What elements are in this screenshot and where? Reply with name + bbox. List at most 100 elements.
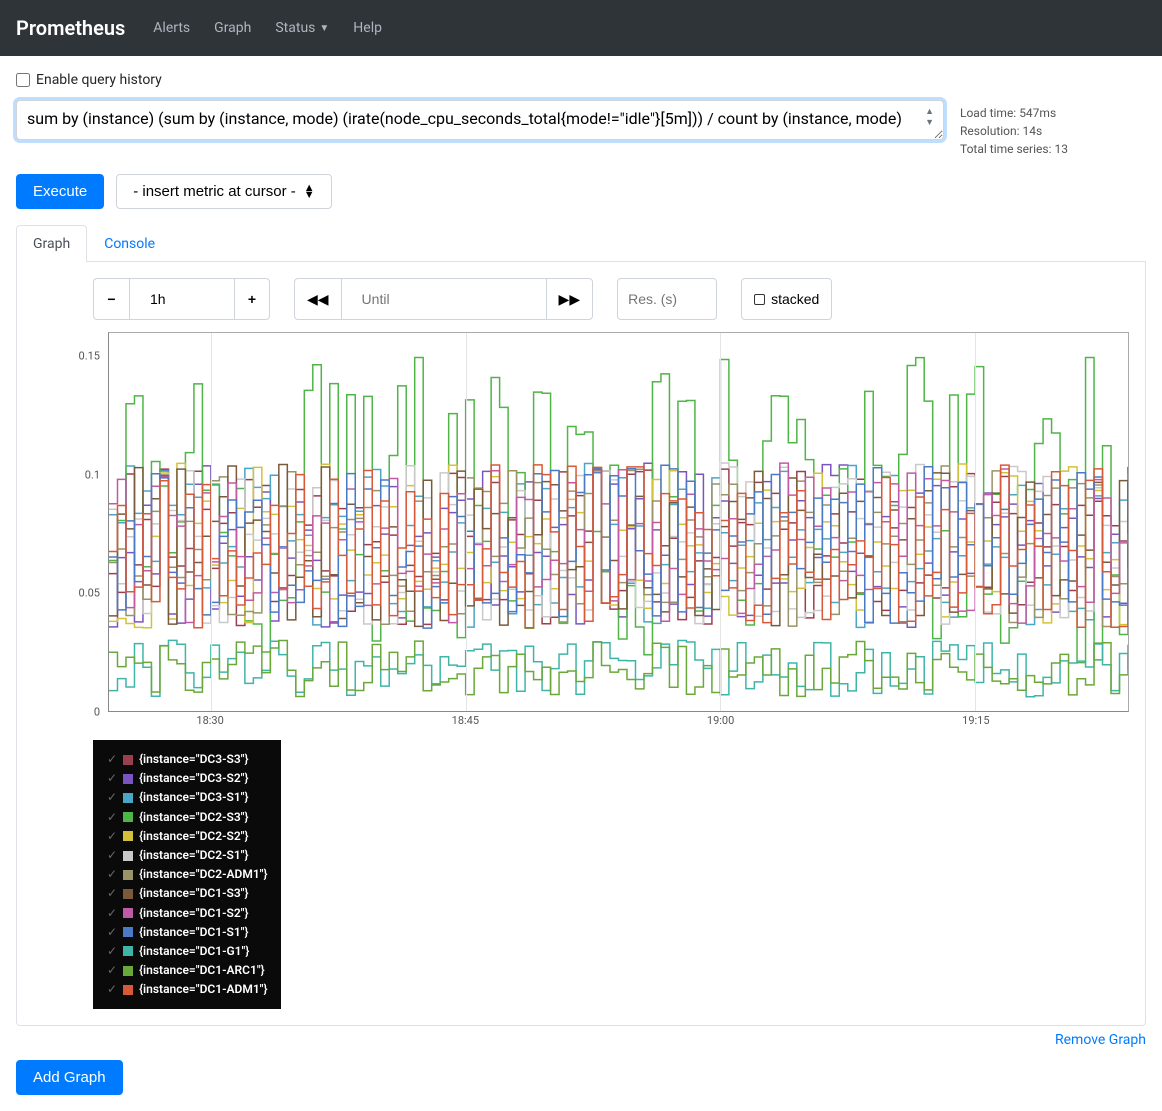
enable-history-label: Enable query history [36,72,162,88]
y-tick-label: 0 [94,706,100,719]
y-tick-label: 0.1 [85,468,100,481]
legend-item[interactable]: ✓{instance="DC1-ARC1"} [107,961,267,980]
nav-help[interactable]: Help [341,12,394,44]
nav-graph[interactable]: Graph [202,12,263,44]
range-input[interactable] [142,285,222,313]
navbar: Prometheus Alerts Graph Status ▼ Help [0,0,1162,56]
legend-label: {instance="DC1-S3"} [139,884,248,903]
time-back-button[interactable]: ◀◀ [294,278,341,320]
time-forward-button[interactable]: ▶▶ [546,278,594,320]
legend-item[interactable]: ✓ {instance="DC2-S3"} [107,808,267,827]
legend-swatch [123,966,133,976]
check-icon: ✓ [107,980,117,999]
check-icon: ✓ [107,827,117,846]
y-tick-label: 0.05 [79,587,100,600]
legend-item[interactable]: ✓ {instance="DC2-ADM1"} [107,865,267,884]
stacked-toggle[interactable]: stacked [741,278,832,320]
until-input[interactable] [354,285,534,313]
legend-label: {instance="DC2-S1"} [139,846,248,865]
graph-panel: − + ◀◀ ▶▶ stacked 00.050.10.15 18:3018:4… [16,262,1146,1026]
legend-swatch [123,755,133,765]
legend-swatch [123,985,133,995]
add-graph-button[interactable]: Add Graph [16,1060,123,1095]
legend-label: {instance="DC1-ARC1"} [139,961,265,980]
spinner-icon[interactable]: ▲▼ [925,106,934,128]
legend-swatch [123,774,133,784]
legend-item[interactable]: ✓ {instance="DC3-S1"} [107,788,267,807]
updown-icon: ▲▼ [304,185,315,198]
legend-item[interactable]: ✓{instance="DC2-S1"} [107,846,267,865]
legend-label: {instance="DC1-ADM1"} [139,980,267,999]
legend-swatch [123,946,133,956]
nav-alerts[interactable]: Alerts [141,12,202,44]
resolution-input[interactable] [617,278,717,320]
legend-label: {instance="DC3-S2"} [139,769,248,788]
tab-graph[interactable]: Graph [16,225,87,262]
check-icon: ✓ [107,808,117,827]
plot[interactable] [108,332,1129,712]
stat-total-series: Total time series: 13 [960,140,1068,158]
legend-label: {instance="DC1-G1"} [139,942,249,961]
y-axis: 00.050.10.15 [33,332,108,712]
legend-label: {instance="DC2-S2"} [139,827,248,846]
legend-label: {instance="DC1-S1"} [139,923,248,942]
legend-label: {instance="DC3-S1"} [139,788,248,807]
stat-resolution: Resolution: 14s [960,122,1068,140]
legend-label: {instance="DC1-S2"} [139,904,248,923]
legend-item[interactable]: ✓ {instance="DC1-ADM1"} [107,980,267,999]
graph-toolbar: − + ◀◀ ▶▶ stacked [93,278,1129,320]
nav-status[interactable]: Status ▼ [263,12,341,44]
legend-item[interactable]: ✓ {instance="DC2-S2"} [107,827,267,846]
legend-swatch [123,793,133,803]
caret-down-icon: ▼ [319,23,329,34]
range-group: − + [93,278,270,320]
legend-swatch [123,870,133,880]
legend-item[interactable]: ✓ {instance="DC1-S1"} [107,923,267,942]
y-tick-label: 0.15 [79,349,100,362]
enable-history-row: Enable query history [16,72,1146,88]
remove-graph-link[interactable]: Remove Graph [1055,1032,1146,1048]
brand[interactable]: Prometheus [16,16,125,40]
legend-item[interactable]: ✓ {instance="DC3-S3"} [107,750,267,769]
nav-status-label: Status [275,20,315,36]
legend-swatch [123,908,133,918]
execute-button[interactable]: Execute [16,174,104,209]
range-plus-button[interactable]: + [234,278,270,320]
check-icon: ✓ [107,923,117,942]
x-tick-label: 19:15 [962,714,989,727]
range-minus-button[interactable]: − [93,278,129,320]
legend-label: {instance="DC3-S3"} [139,750,248,769]
metric-select[interactable]: - insert metric at cursor - ▲▼ [116,174,331,209]
enable-history-checkbox[interactable] [16,73,30,87]
legend-label: {instance="DC2-S3"} [139,808,248,827]
tabs: Graph Console [16,225,1146,262]
check-icon: ✓ [107,942,117,961]
legend-item[interactable]: ✓ {instance="DC1-S3"} [107,884,267,903]
check-icon: ✓ [107,865,117,884]
legend-item[interactable]: ✓ {instance="DC1-S2"} [107,904,267,923]
legend-label: {instance="DC2-ADM1"} [139,865,267,884]
x-tick-label: 18:30 [196,714,223,727]
query-input[interactable] [16,100,944,140]
x-axis: 18:3018:4519:0019:15 [108,714,1129,732]
query-stats: Load time: 547ms Resolution: 14s Total t… [960,100,1068,158]
tab-console[interactable]: Console [87,225,172,262]
stat-load-time: Load time: 547ms [960,104,1068,122]
legend-swatch [123,889,133,899]
check-icon: ✓ [107,750,117,769]
check-icon: ✓ [107,788,117,807]
time-group: ◀◀ ▶▶ [294,278,593,320]
legend-item[interactable]: ✓ {instance="DC1-G1"} [107,942,267,961]
stacked-label: stacked [771,291,819,307]
legend-swatch [123,927,133,937]
chart-area: 00.050.10.15 18:3018:4519:0019:15 [33,332,1129,732]
legend-swatch [123,812,133,822]
check-icon: ✓ [107,904,117,923]
check-icon: ✓ [107,769,117,788]
legend-swatch [123,851,133,861]
check-icon: ✓ [107,884,117,903]
legend-swatch [123,831,133,841]
metric-select-label: - insert metric at cursor - [133,183,296,200]
legend-item[interactable]: ✓ {instance="DC3-S2"} [107,769,267,788]
x-tick-label: 19:00 [707,714,734,727]
